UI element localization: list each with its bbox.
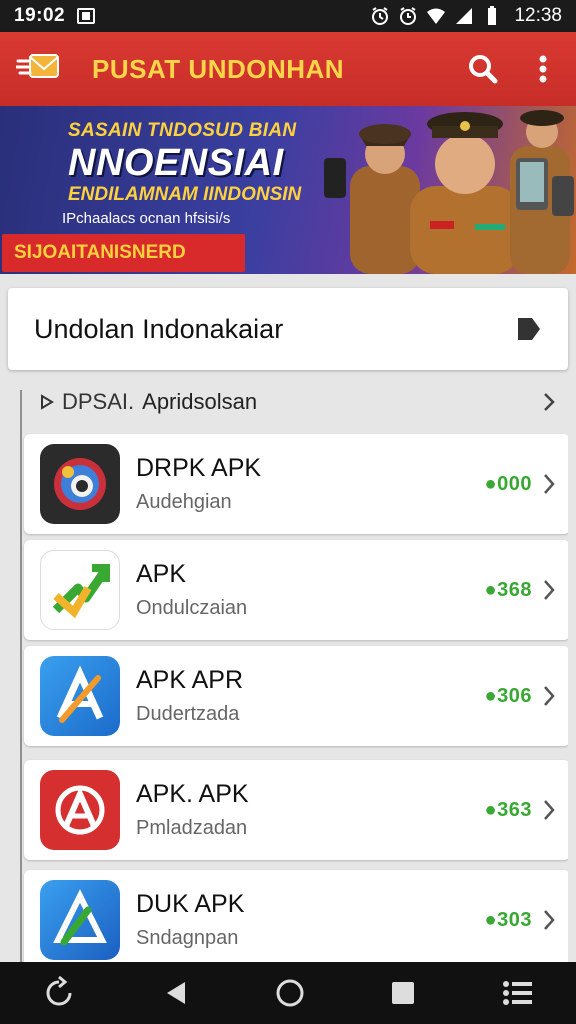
app-list-item[interactable]: APK APR Dudertzada ●306 (24, 646, 568, 746)
recents-icon[interactable] (389, 979, 417, 1007)
blue-triangle-icon (40, 880, 120, 960)
app-count: ●000 (484, 472, 532, 495)
sub-category-label: Apridsolsan (142, 389, 258, 414)
section-header-card[interactable]: Undolan Indonakaiar (8, 288, 568, 370)
wifi-icon (427, 8, 446, 24)
notification-icon (77, 8, 96, 24)
dark-circle-icon (40, 444, 120, 524)
back-icon[interactable] (161, 978, 191, 1008)
blue-a-icon (40, 656, 120, 736)
app-subtitle: Sndagnpan (136, 927, 239, 949)
chevron-right-icon (544, 686, 555, 706)
status-icons: 12:38 (370, 5, 562, 27)
banner-officers-illustration (324, 110, 574, 274)
sub-category-prefix: DPSAI. (62, 389, 135, 414)
menu-list-icon[interactable] (502, 979, 534, 1007)
app-count: ●363 (484, 798, 532, 821)
home-icon[interactable] (275, 978, 305, 1008)
app-name: APK (136, 560, 187, 588)
banner-line-1: SASAIN TNDOSUD BIAN (68, 120, 297, 141)
app-title: PUSAT UNDONHAN (92, 53, 345, 84)
expand-triangle-icon (41, 394, 54, 410)
app-subtitle: Dudertzada (136, 703, 240, 725)
chevron-right-icon (544, 580, 555, 600)
chevron-right-icon (544, 474, 555, 494)
search-icon (469, 55, 498, 84)
banner-line-3: ENDILAMNAM IINDONSIN (68, 184, 302, 205)
app-list-item[interactable]: APK Ondulczaian ●368 (24, 540, 568, 640)
app-name: DUK APK (136, 890, 245, 918)
alarm-clock-icon (400, 7, 417, 25)
banner-caption: IPchaalacs ocnan hfsisi/s (62, 210, 231, 227)
app-subtitle: Ondulczaian (136, 597, 248, 619)
overflow-menu-button[interactable] (526, 52, 560, 86)
banner-cta-button[interactable]: SIJOAITANISNERD (2, 234, 245, 272)
red-a-icon (40, 770, 120, 850)
app-subtitle: Audehgian (136, 491, 232, 513)
more-vert-icon (539, 55, 547, 83)
refresh-icon[interactable] (42, 976, 76, 1010)
banner-headline: NNOENSIAI (68, 142, 284, 184)
app-count: ●303 (484, 908, 532, 931)
chevron-right-icon (544, 800, 555, 820)
signal-icon (456, 8, 473, 24)
app-name: DRPK APK (136, 454, 262, 482)
green-arrow-icon (40, 550, 120, 630)
status-time-right: 12:38 (514, 5, 562, 26)
system-nav-bar (0, 962, 576, 1024)
battery-icon (488, 6, 497, 25)
promo-banner[interactable]: SASAIN TNDOSUD BIAN NNOENSIAI ENDILAMNAM… (0, 106, 576, 274)
app-list-item[interactable]: APK. APK Pmladzadan ●363 (24, 760, 568, 860)
app-name: APK. APK (136, 780, 249, 808)
status-time-left: 19:02 (14, 5, 66, 26)
screen: 19:02 12:38 PUSAT UNDONHAN SASAIN TNDOSU… (0, 0, 576, 1024)
app-name: APK APR (136, 666, 243, 694)
label-tag-icon (518, 318, 540, 340)
section-title: Undolan Indonakaiar (34, 313, 284, 344)
app-subtitle: Pmladzadan (136, 817, 248, 839)
app-list: DPSAI. Apridsolsan DRPK APK Audehgian ●0… (8, 370, 568, 962)
app-list-item[interactable]: DUK APK Sndagnpan ●303 (24, 870, 568, 962)
list-divider-rail (20, 390, 22, 962)
status-bar: 19:02 12:38 (0, 0, 576, 32)
app-count: ●368 (484, 578, 532, 601)
chevron-right-icon (544, 393, 555, 411)
app-logo-icon (14, 49, 62, 89)
search-button[interactable] (466, 52, 500, 86)
sub-category-row[interactable]: DPSAI. Apridsolsan (24, 380, 568, 424)
app-count: ●306 (484, 684, 532, 707)
app-bar: PUSAT UNDONHAN (0, 32, 576, 106)
alarm-icon (372, 7, 389, 25)
chevron-right-icon (544, 910, 555, 930)
app-list-item[interactable]: DRPK APK Audehgian ●000 (24, 434, 568, 534)
